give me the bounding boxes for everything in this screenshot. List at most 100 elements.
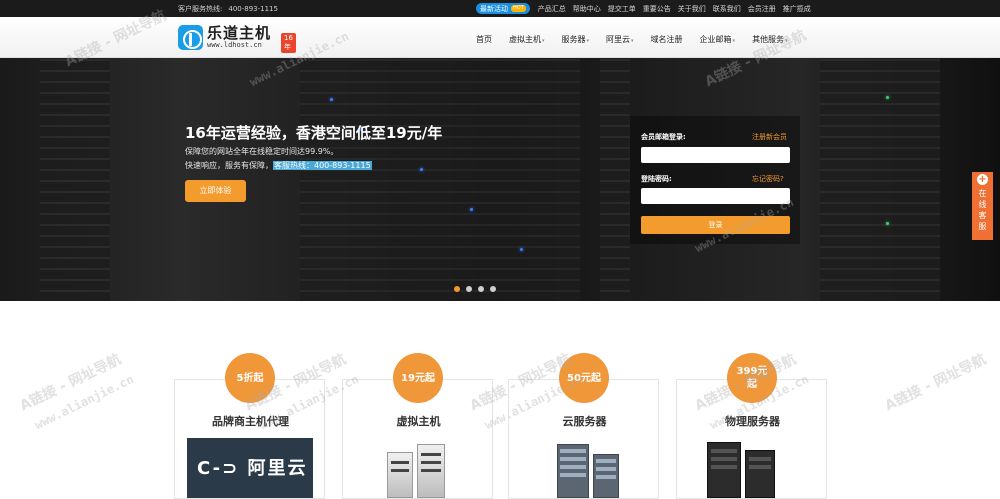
years-badge: 16年 <box>281 33 296 53</box>
server-rack-image <box>820 58 940 301</box>
nav-item-server[interactable]: 服务器▾ <box>562 34 590 45</box>
server-led <box>470 208 473 211</box>
top-links: 最新活动 HOT 产品汇总 帮助中心 提交工单 重要公告 关于我们 联系我们 会… <box>476 3 818 14</box>
hot-badge: HOT <box>511 5 526 12</box>
top-link-notice[interactable]: 重要公告 <box>643 4 671 14</box>
product-card-virtual-host[interactable]: 19元起 虚拟主机 <box>342 353 493 499</box>
aliyun-image: C-⊃ 阿里云 <box>187 438 313 498</box>
watermark-text: A链接 - 网址导航 <box>17 351 124 415</box>
main-navbar: 乐道主机 www.ldhost.cn 16年 首页 虚拟主机▾ 服务器▾ 阿里云… <box>0 17 1000 58</box>
top-link-ticket[interactable]: 提交工单 <box>608 4 636 14</box>
server-led <box>520 248 523 251</box>
server-tower-icon <box>417 444 445 498</box>
slider-dot[interactable] <box>454 286 460 292</box>
price-badge: 19元起 <box>393 353 443 403</box>
aliyun-logo-text: C-⊃ 阿里云 <box>197 458 308 479</box>
price-badge: 399元起 <box>727 353 777 403</box>
physical-server-image <box>689 438 815 498</box>
product-name: 云服务器 <box>562 415 607 428</box>
nav-item-aliyun[interactable]: 阿里云▾ <box>606 34 634 45</box>
hotline-label: 客户服务热线: <box>178 5 223 13</box>
product-card-physical-server[interactable]: 399元起 物理服务器 <box>676 353 827 499</box>
slider-dot[interactable] <box>490 286 496 292</box>
logo-url: www.ldhost.cn <box>207 41 262 49</box>
server-tower-icon <box>745 450 775 498</box>
top-link-products[interactable]: 产品汇总 <box>538 4 566 14</box>
chevron-down-icon: ▾ <box>785 38 788 44</box>
hotline-number: 400-893-1115 <box>228 5 278 13</box>
promo-button[interactable]: 最新活动 HOT <box>476 3 530 14</box>
top-link-about[interactable]: 关于我们 <box>678 4 706 14</box>
password-label: 登陆密码: <box>641 175 672 183</box>
service-hotline: 客户服务热线: 400-893-1115 <box>178 4 278 14</box>
nav-item-virtual-host[interactable]: 虚拟主机▾ <box>509 34 545 45</box>
server-led <box>886 96 889 99</box>
server-led <box>330 98 333 101</box>
nav-item-other[interactable]: 其他服务▾ <box>752 34 788 45</box>
password-field[interactable] <box>641 188 790 204</box>
server-rack-icon <box>593 454 619 498</box>
login-panel: 会员邮箱登录: 注册新会员 登陆密码: 忘记密码? 登录 <box>630 116 800 244</box>
chevron-down-icon: ▾ <box>732 38 736 44</box>
account-label: 会员邮箱登录: <box>641 133 686 141</box>
nav-label: 首页 <box>476 35 492 44</box>
top-link-affiliate[interactable]: 推广揽成 <box>783 4 811 14</box>
slider-dot[interactable] <box>466 286 472 292</box>
site-logo[interactable]: 乐道主机 www.ldhost.cn 16年 <box>178 25 296 53</box>
server-tower-icon <box>707 442 741 498</box>
promo-label: 最新活动 <box>480 4 508 13</box>
chevron-down-icon: ▾ <box>631 38 634 44</box>
hero-subtitle-prefix: 快速响应，服务有保障， <box>185 161 273 170</box>
top-link-contact[interactable]: 联系我们 <box>713 4 741 14</box>
product-name: 品牌商主机代理 <box>212 415 289 428</box>
hero-subtitle-2: 快速响应，服务有保障，客服热线：400-893-1115 <box>185 160 372 171</box>
logo-text: 乐道主机 www.ldhost.cn <box>207 25 271 50</box>
hero-banner: 16年运营经验，香港空间低至19元/年 保障您的网站全年在线稳定时间达99.9%… <box>0 58 1000 301</box>
nav-label: 服务器 <box>561 35 586 44</box>
hero-hotline-highlight: 客服热线：400-893-1115 <box>273 161 372 170</box>
nav-item-domain[interactable]: 域名注册 <box>651 34 683 45</box>
nav-label: 企业邮箱 <box>699 35 732 44</box>
logo-icon <box>178 25 203 50</box>
watermark-url: www.alianjie.cn <box>32 371 136 433</box>
cloud-server-image <box>521 438 647 498</box>
aliyun-text: 阿里云 <box>247 458 308 479</box>
chevron-down-icon: ▾ <box>586 38 590 44</box>
server-led <box>886 222 889 225</box>
price-badge: 50元起 <box>559 353 609 403</box>
top-link-register[interactable]: 会员注册 <box>748 4 776 14</box>
server-rack-icon <box>557 444 589 498</box>
server-rack-image <box>40 58 110 301</box>
server-led <box>420 168 423 171</box>
product-card-cloud-server[interactable]: 50元起 云服务器 <box>508 353 659 499</box>
server-rack-image <box>300 58 580 301</box>
login-button[interactable]: 登录 <box>641 216 790 234</box>
hero-title: 16年运营经验，香港空间低至19元/年 <box>185 124 443 142</box>
product-card-brand-agent[interactable]: 5折起 品牌商主机代理 C-⊃ 阿里云 <box>174 353 325 499</box>
hero-subtitle-1: 保障您的网站全年在线稳定时间达99.9%。 <box>185 147 339 156</box>
try-now-button[interactable]: 立即体验 <box>185 180 246 202</box>
top-link-help[interactable]: 帮助中心 <box>573 4 601 14</box>
forgot-password-link[interactable]: 忘记密码? <box>752 174 784 184</box>
watermark-text: A链接 - 网址导航 <box>882 351 989 415</box>
plus-icon: + <box>977 174 988 185</box>
nav-item-email[interactable]: 企业邮箱▾ <box>700 34 736 45</box>
chevron-down-icon: ▾ <box>542 38 545 44</box>
server-rack-image <box>600 58 630 301</box>
online-service-label: 在线客服 <box>978 189 987 231</box>
nav-label: 域名注册 <box>650 35 683 44</box>
register-link[interactable]: 注册新会员 <box>752 132 787 142</box>
product-name: 物理服务器 <box>725 415 780 428</box>
virtual-host-image <box>355 438 481 498</box>
price-badge: 5折起 <box>225 353 275 403</box>
nav-item-home[interactable]: 首页 <box>476 34 492 45</box>
nav-label: 其他服务 <box>752 35 785 44</box>
slider-dot[interactable] <box>478 286 484 292</box>
top-bar: 客户服务热线: 400-893-1115 最新活动 HOT 产品汇总 帮助中心 提… <box>0 0 1000 17</box>
logo-cn: 乐道主机 <box>207 24 272 42</box>
online-service-tab[interactable]: + 在线客服 <box>972 172 993 240</box>
product-name: 虚拟主机 <box>396 415 441 428</box>
email-field[interactable] <box>641 147 790 163</box>
slider-dots <box>454 286 502 292</box>
server-tower-icon <box>387 452 413 498</box>
